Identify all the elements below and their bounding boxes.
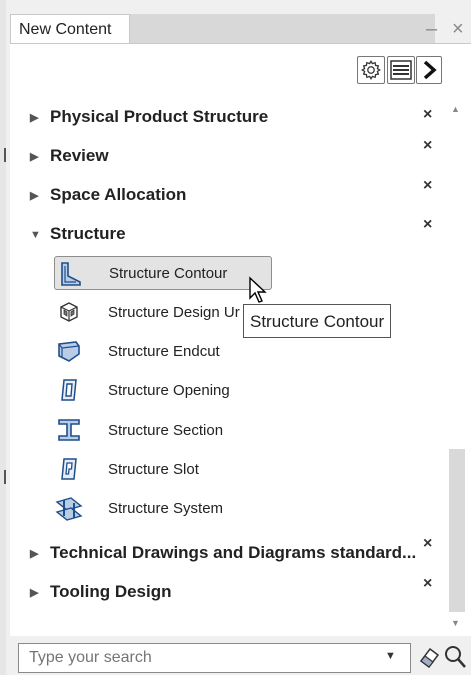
structure-system-icon xyxy=(54,493,84,523)
category-tooling-design[interactable]: ▶ Tooling Design xyxy=(30,580,172,604)
structure-section-icon xyxy=(54,415,84,445)
minimize-button[interactable]: – xyxy=(426,14,437,44)
structure-endcut-item[interactable]: Structure Endcut xyxy=(54,334,220,368)
remove-category-button[interactable]: × xyxy=(423,137,432,155)
list-view-button[interactable] xyxy=(387,56,415,84)
structure-contour-item[interactable]: Structure Contour xyxy=(54,256,272,290)
item-label: Structure Endcut xyxy=(108,342,220,360)
remove-category-button[interactable]: × xyxy=(423,575,432,593)
scroll-down-arrow-icon[interactable]: ▼ xyxy=(451,618,460,628)
category-review[interactable]: ▶ Review xyxy=(30,144,109,168)
structure-endcut-icon xyxy=(54,336,84,366)
category-structure[interactable]: ▼ Structure xyxy=(30,222,126,246)
search-icon[interactable] xyxy=(443,644,467,670)
gear-icon xyxy=(361,60,381,80)
left-edge-mark xyxy=(4,148,6,162)
scrollbar-thumb[interactable] xyxy=(449,449,465,612)
search-input[interactable] xyxy=(18,643,411,673)
remove-category-button[interactable]: × xyxy=(423,535,432,553)
remove-category-button[interactable]: × xyxy=(423,177,432,195)
structure-system-item[interactable]: Structure System xyxy=(54,491,223,525)
scroll-up-arrow-icon[interactable]: ▲ xyxy=(451,104,460,114)
item-label: Structure Design Ur xyxy=(108,303,240,321)
item-label: Structure Slot xyxy=(108,460,199,478)
category-label: Tooling Design xyxy=(50,582,172,601)
structure-opening-icon xyxy=(54,375,84,405)
expand-triangle-icon: ▶ xyxy=(30,189,39,202)
expand-triangle-icon: ▶ xyxy=(30,150,39,163)
expand-button[interactable] xyxy=(416,56,442,84)
settings-button[interactable] xyxy=(357,56,385,84)
structure-opening-item[interactable]: Structure Opening xyxy=(54,373,230,407)
search-dropdown-arrow-icon[interactable]: ▼ xyxy=(385,650,396,662)
tab-strip-background xyxy=(130,14,435,44)
left-edge xyxy=(0,0,6,675)
category-label: Space Allocation xyxy=(50,185,187,204)
item-label: Structure Contour xyxy=(109,264,228,282)
mouse-cursor-icon xyxy=(249,276,267,303)
remove-category-button[interactable]: × xyxy=(423,216,432,234)
category-label: Structure xyxy=(50,224,126,243)
category-space-allocation[interactable]: ▶ Space Allocation xyxy=(30,183,186,207)
category-physical-product-structure[interactable]: ▶ Physical Product Structure xyxy=(30,105,268,129)
collapse-triangle-icon: ▼ xyxy=(30,228,41,241)
list-icon xyxy=(390,60,412,80)
tab-new-content[interactable]: New Content xyxy=(10,14,130,44)
category-label: Review xyxy=(50,146,109,165)
eraser-icon[interactable] xyxy=(418,646,440,670)
remove-category-button[interactable]: × xyxy=(423,106,432,124)
structure-contour-icon xyxy=(55,258,85,288)
new-content-panel: New Content – × ▶ Physical Product Struct… xyxy=(0,0,471,675)
expand-triangle-icon: ▶ xyxy=(30,111,39,124)
category-label: Technical Drawings and Diagrams standard… xyxy=(50,543,417,562)
structure-design-unit-item[interactable]: Structure Design Ur xyxy=(54,295,240,329)
structure-slot-item[interactable]: Structure Slot xyxy=(54,452,199,486)
item-label: Structure Opening xyxy=(108,381,230,399)
structure-design-unit-icon xyxy=(54,297,84,327)
tooltip: Structure Contour xyxy=(243,304,392,338)
expand-triangle-icon: ▶ xyxy=(30,586,39,599)
left-edge-mark xyxy=(4,470,6,484)
structure-slot-icon xyxy=(54,454,84,484)
expand-triangle-icon: ▶ xyxy=(30,547,39,560)
category-technical-drawings[interactable]: ▶ Technical Drawings and Diagrams standar… xyxy=(30,541,416,565)
item-label: Structure System xyxy=(108,499,224,517)
structure-section-item[interactable]: Structure Section xyxy=(54,413,223,447)
chevron-right-icon xyxy=(423,60,437,80)
item-label: Structure Section xyxy=(108,421,224,439)
close-button[interactable]: × xyxy=(452,14,464,44)
category-label: Physical Product Structure xyxy=(50,107,269,126)
